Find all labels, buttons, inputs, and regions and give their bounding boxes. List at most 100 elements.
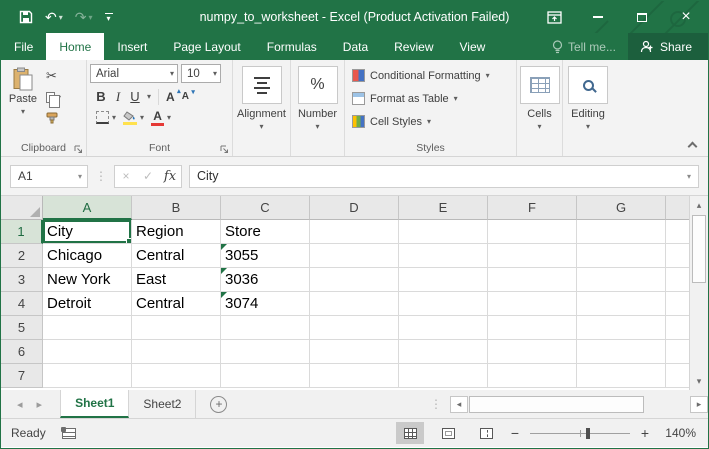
- column-header-E[interactable]: E: [399, 196, 488, 220]
- cell-F5[interactable]: [488, 316, 577, 340]
- cell-F2[interactable]: [488, 244, 577, 268]
- font-dialog-launcher[interactable]: [220, 145, 229, 154]
- column-header-C[interactable]: C: [221, 196, 310, 220]
- cut-button[interactable]: ✂: [46, 68, 61, 84]
- alignment-dropdown-icon[interactable]: ▾: [259, 122, 263, 131]
- editing-dropdown-icon[interactable]: ▾: [586, 122, 590, 131]
- cell-A1[interactable]: City: [43, 220, 132, 244]
- column-header-G[interactable]: G: [577, 196, 666, 220]
- vertical-scrollbar[interactable]: ▴ ▾: [689, 196, 708, 390]
- page-break-view-button[interactable]: [472, 422, 500, 444]
- cell-F3[interactable]: [488, 268, 577, 292]
- undo-button[interactable]: ↶▾: [41, 7, 67, 28]
- borders-button[interactable]: ▾: [96, 111, 116, 124]
- vertical-scrollbar-thumb[interactable]: [692, 215, 706, 283]
- cell-B7[interactable]: [132, 364, 221, 388]
- row-header-7[interactable]: 7: [1, 364, 43, 388]
- row-header-3[interactable]: 3: [1, 268, 43, 292]
- font-color-button[interactable]: A ▾: [151, 110, 171, 126]
- close-button[interactable]: ×: [664, 1, 708, 33]
- bold-button[interactable]: B: [96, 89, 106, 104]
- cell-C3[interactable]: 3036: [221, 268, 310, 292]
- cells-dropdown-icon[interactable]: ▾: [537, 122, 541, 131]
- maximize-button[interactable]: [620, 1, 664, 33]
- minimize-button[interactable]: [576, 1, 620, 33]
- horizontal-scrollbar-thumb[interactable]: [469, 396, 644, 413]
- ribbon-tab-formulas[interactable]: Formulas: [254, 33, 330, 60]
- copy-button[interactable]: ▾: [46, 89, 61, 105]
- cell-E3[interactable]: [399, 268, 488, 292]
- cell-E4[interactable]: [399, 292, 488, 316]
- expand-formula-bar-icon[interactable]: ▾: [687, 172, 691, 181]
- cell-G7[interactable]: [577, 364, 666, 388]
- format-painter-button[interactable]: [46, 110, 61, 126]
- new-sheet-button[interactable]: +: [210, 396, 227, 413]
- font-size-select[interactable]: 10▾: [181, 64, 221, 83]
- cell-C2[interactable]: 3055: [221, 244, 310, 268]
- normal-view-button[interactable]: [396, 422, 424, 444]
- cell-F6[interactable]: [488, 340, 577, 364]
- ribbon-tab-data[interactable]: Data: [330, 33, 381, 60]
- ribbon-tab-insert[interactable]: Insert: [104, 33, 160, 60]
- sheet-tab-sheet1[interactable]: Sheet1: [60, 390, 129, 418]
- customize-qat-button[interactable]: ▾: [101, 11, 117, 23]
- cell-G2[interactable]: [577, 244, 666, 268]
- cell-D2[interactable]: [310, 244, 399, 268]
- cell-G1[interactable]: [577, 220, 666, 244]
- underline-dropdown-icon[interactable]: ▾: [147, 92, 151, 101]
- formula-input[interactable]: City ▾: [189, 165, 699, 188]
- share-button[interactable]: Share: [628, 33, 708, 60]
- font-name-select[interactable]: Arial▾: [90, 64, 178, 83]
- confirm-entry-icon[interactable]: ✓: [137, 169, 159, 183]
- cell-F4[interactable]: [488, 292, 577, 316]
- column-header-A[interactable]: A: [43, 196, 132, 220]
- cell-E7[interactable]: [399, 364, 488, 388]
- cell-E2[interactable]: [399, 244, 488, 268]
- next-sheet-icon[interactable]: ▸: [37, 398, 43, 411]
- macro-record-icon[interactable]: [62, 428, 76, 439]
- scroll-up-icon[interactable]: ▴: [690, 196, 708, 214]
- column-header-B[interactable]: B: [132, 196, 221, 220]
- scroll-right-icon[interactable]: ▸: [690, 396, 708, 413]
- collapse-ribbon-icon[interactable]: [688, 142, 698, 152]
- prev-sheet-icon[interactable]: ◂: [17, 398, 23, 411]
- column-header-D[interactable]: D: [310, 196, 399, 220]
- cells-button[interactable]: [520, 66, 560, 104]
- cell-A7[interactable]: [43, 364, 132, 388]
- horizontal-scrollbar[interactable]: ◂ ▸: [450, 390, 708, 418]
- cell-E5[interactable]: [399, 316, 488, 340]
- alignment-button[interactable]: [242, 66, 282, 104]
- zoom-slider[interactable]: [530, 433, 630, 434]
- clipboard-dialog-launcher[interactable]: [74, 145, 83, 154]
- cell-styles-button[interactable]: Cell Styles ▾: [352, 110, 513, 133]
- row-header-4[interactable]: 4: [1, 292, 43, 316]
- cell-B4[interactable]: Central: [132, 292, 221, 316]
- zoom-out-button[interactable]: −: [510, 425, 520, 441]
- column-header-F[interactable]: F: [488, 196, 577, 220]
- row-header-1[interactable]: 1: [1, 220, 43, 244]
- ribbon-tab-page-layout[interactable]: Page Layout: [160, 33, 253, 60]
- cell-G4[interactable]: [577, 292, 666, 316]
- zoom-in-button[interactable]: +: [640, 425, 650, 441]
- cell-G3[interactable]: [577, 268, 666, 292]
- undo-dropdown-icon[interactable]: ▾: [59, 13, 63, 22]
- ribbon-tab-home[interactable]: Home: [46, 33, 104, 60]
- cell-G5[interactable]: [577, 316, 666, 340]
- ribbon-tab-file[interactable]: File: [1, 33, 46, 60]
- underline-button[interactable]: U: [130, 89, 140, 104]
- tell-me-button[interactable]: Tell me...: [540, 33, 628, 60]
- row-header-6[interactable]: 6: [1, 340, 43, 364]
- name-box[interactable]: A1 ▾: [10, 165, 88, 188]
- scroll-left-icon[interactable]: ◂: [450, 396, 468, 413]
- cell-A3[interactable]: New York: [43, 268, 132, 292]
- cell-C6[interactable]: [221, 340, 310, 364]
- select-all-corner[interactable]: [1, 196, 43, 220]
- save-button[interactable]: [15, 8, 37, 26]
- cell-B6[interactable]: [132, 340, 221, 364]
- zoom-level[interactable]: 140%: [660, 426, 696, 440]
- cell-A2[interactable]: Chicago: [43, 244, 132, 268]
- name-box-dropdown-icon[interactable]: ▾: [78, 172, 82, 181]
- cell-D7[interactable]: [310, 364, 399, 388]
- editing-button[interactable]: [568, 66, 608, 104]
- cell-A6[interactable]: [43, 340, 132, 364]
